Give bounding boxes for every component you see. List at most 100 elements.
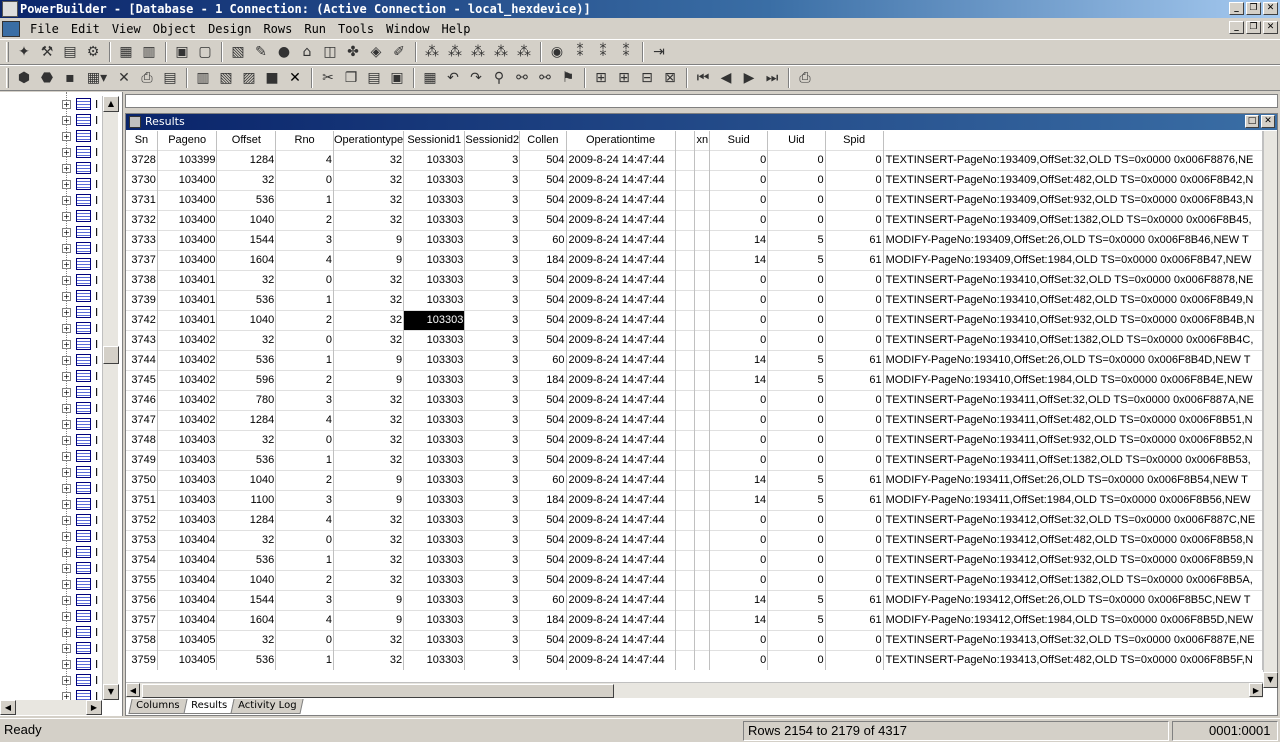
table-cell[interactable]: 103303 (403, 149, 466, 170)
table-cell[interactable]: 2 (275, 209, 334, 230)
scroll-thumb[interactable] (103, 346, 119, 364)
table-cell[interactable]: TEXTINSERT-PageNo:193409,OffSet:32,OLD T… (883, 149, 1263, 170)
table-cell[interactable]: 1 (275, 189, 334, 210)
column-header[interactable] (883, 131, 1263, 150)
table-cell[interactable] (694, 389, 711, 410)
table-cell[interactable]: 3 (464, 629, 521, 650)
table-cell[interactable] (675, 189, 696, 210)
undo-icon[interactable]: ↶ (442, 67, 464, 89)
tree-item[interactable]: + I (62, 432, 98, 448)
table-cell[interactable]: 0 (709, 169, 769, 190)
table-cell[interactable]: 3 (464, 409, 521, 430)
tree-item[interactable]: + I (62, 96, 98, 112)
expand-icon[interactable]: + (62, 419, 71, 429)
tree-item[interactable]: + I (62, 400, 98, 416)
scroll-right-icon[interactable]: ▶ (86, 700, 102, 715)
table-cell[interactable]: 3 (464, 149, 521, 170)
table-row[interactable]: 3748 103403 32 0 32 103303 3 504 2009-8-24 14:47… (126, 429, 1263, 450)
outer-vertical-scrollbar[interactable]: ▼ (1263, 94, 1278, 716)
table-cell[interactable]: 9 (333, 589, 405, 610)
tree-item[interactable]: + I (62, 240, 98, 256)
table-cell[interactable] (675, 209, 696, 230)
table-cell[interactable]: 103402 (157, 409, 218, 430)
column-header[interactable]: Spid (825, 131, 884, 150)
table-cell[interactable]: 1 (275, 649, 334, 670)
table-cell[interactable]: 3 (275, 489, 334, 510)
table-row[interactable]: 3738 103401 32 0 32 103303 3 504 2009-8-24 14:47… (126, 269, 1263, 290)
table-cell[interactable]: 61 (825, 369, 884, 390)
table-cell[interactable]: 103303 (403, 269, 466, 290)
table-cell[interactable]: 9 (333, 609, 405, 630)
properties-icon[interactable]: ▤ (159, 67, 181, 89)
table-cell[interactable]: 3732 (126, 209, 158, 230)
table-cell[interactable]: 103400 (157, 189, 218, 210)
table-cell[interactable]: 103402 (157, 369, 218, 390)
table-cell[interactable] (675, 509, 696, 530)
expand-icon[interactable]: + (62, 291, 71, 301)
table-cell[interactable]: 3737 (126, 249, 158, 270)
table-cell[interactable]: 103303 (403, 569, 466, 590)
table-row[interactable]: 3731 103400 536 1 32 103303 3 504 2009-8-24 14:4… (126, 189, 1263, 210)
table-row[interactable]: 3742 103401 1040 2 32 103303 3 504 2009-8-24 14:… (126, 309, 1263, 330)
table-cell[interactable]: 504 (519, 329, 567, 350)
table-cell[interactable]: 3 (464, 369, 521, 390)
tree-item[interactable]: + I (62, 112, 98, 128)
tree-item[interactable]: + I (62, 304, 98, 320)
expand-icon[interactable]: + (62, 131, 71, 141)
print-icon[interactable]: ⎙ (136, 67, 158, 89)
table-cell[interactable]: 61 (825, 349, 884, 370)
menu-help[interactable]: Help (436, 20, 477, 38)
table-cell[interactable]: 14 (709, 469, 769, 490)
debug-icon[interactable]: ✎ (250, 41, 272, 63)
table-cell[interactable]: 504 (519, 169, 567, 190)
table-cell[interactable]: 5 (767, 349, 826, 370)
table-cell[interactable]: 0 (275, 429, 334, 450)
table-cell[interactable]: 0 (709, 649, 769, 670)
table-cell[interactable]: 2009-8-24 14:47:44 (566, 269, 676, 290)
table-cell[interactable]: 0 (767, 169, 826, 190)
table-cell[interactable]: 0 (275, 269, 334, 290)
table-cell[interactable]: 0 (767, 289, 826, 310)
deploy-icon[interactable]: ⁂ (421, 41, 443, 63)
table-cell[interactable]: 3 (464, 549, 521, 570)
table-cell[interactable]: TEXTINSERT-PageNo:193410,OffSet:482,OLD … (883, 289, 1263, 310)
table-cell[interactable]: 3 (464, 649, 521, 670)
table-cell[interactable] (694, 349, 711, 370)
table-cell[interactable]: TEXTINSERT-PageNo:193412,OffSet:1382,OLD… (883, 569, 1263, 590)
table-cell[interactable] (675, 309, 696, 330)
table-cell[interactable]: MODIFY-PageNo:193411,OffSet:1984,OLD TS=… (883, 489, 1263, 510)
table-cell[interactable]: 9 (333, 249, 405, 270)
table-row[interactable]: 3756 103404 1544 3 9 103303 3 60 2009-8-24 14:47… (126, 589, 1263, 610)
table-cell[interactable]: 103303 (403, 329, 466, 350)
table-cell[interactable]: TEXTINSERT-PageNo:193410,OffSet:1382,OLD… (883, 329, 1263, 350)
expand-icon[interactable]: + (62, 547, 71, 557)
save-icon[interactable]: ▪ (59, 67, 81, 89)
menu-view[interactable]: View (106, 20, 147, 38)
table-cell[interactable]: 103303 (403, 409, 466, 430)
table-row[interactable]: 3747 103402 1284 4 32 103303 3 504 2009-8-24 14:… (126, 409, 1263, 430)
table-cell[interactable]: 3 (464, 609, 521, 630)
column-header[interactable]: Operationtype (333, 131, 405, 150)
table-cell[interactable]: 32 (333, 209, 405, 230)
table-cell[interactable] (675, 649, 696, 670)
table-row[interactable]: 3746 103402 780 3 32 103303 3 504 2009-8-24 14:4… (126, 389, 1263, 410)
table-row[interactable]: 3759 103405 536 1 32 103303 3 504 2009-8-24 14:4… (126, 649, 1263, 670)
expand-icon[interactable]: + (62, 195, 71, 205)
table-cell[interactable]: TEXTINSERT-PageNo:193413,OffSet:32,OLD T… (883, 629, 1263, 650)
table-cell[interactable]: 2 (275, 369, 334, 390)
table-cell[interactable] (675, 229, 696, 250)
doc-restore-button[interactable]: ❐ (1246, 21, 1261, 34)
expand-icon[interactable]: + (62, 307, 71, 317)
table-cell[interactable] (675, 329, 696, 350)
table-cell[interactable]: 3753 (126, 529, 158, 550)
first-row-icon[interactable]: ⏮ (692, 67, 714, 89)
activity-splitter[interactable] (125, 94, 1278, 108)
table-cell[interactable]: 3756 (126, 589, 158, 610)
table-cell[interactable]: 2009-8-24 14:47:44 (566, 169, 676, 190)
paste-icon[interactable]: ▤ (363, 67, 385, 89)
table-cell[interactable]: 0 (825, 409, 884, 430)
table-cell[interactable]: 3746 (126, 389, 158, 410)
table-cell[interactable]: 0 (709, 389, 769, 410)
table-cell[interactable]: 61 (825, 469, 884, 490)
table-cell[interactable]: 1544 (216, 229, 277, 250)
